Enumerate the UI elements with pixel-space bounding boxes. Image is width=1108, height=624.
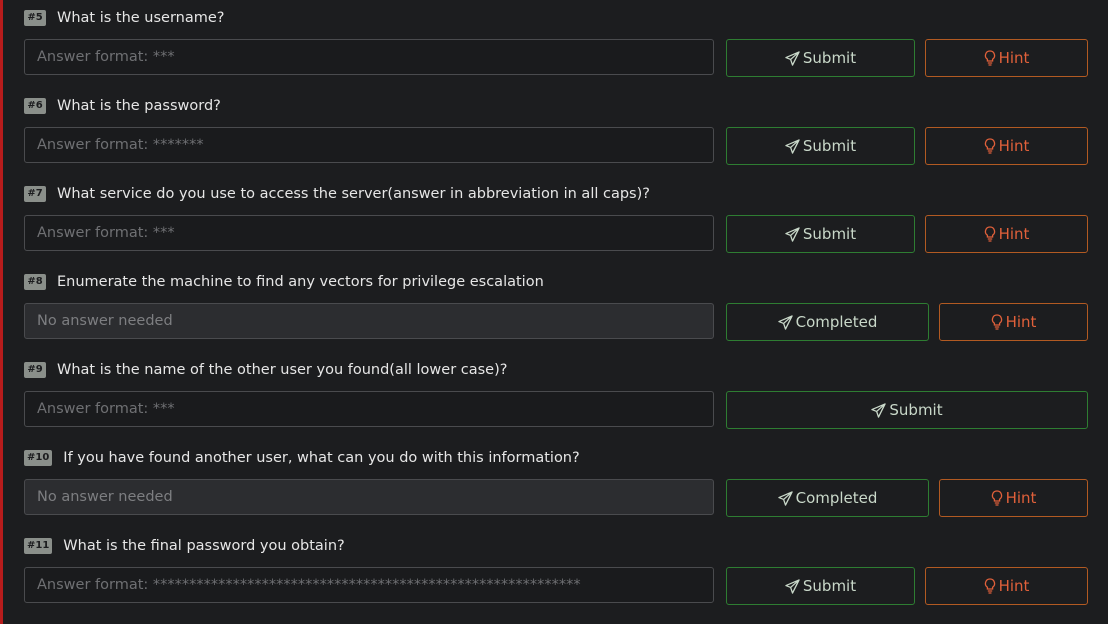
answer-input-disabled: No answer needed (24, 303, 714, 339)
answer-input-disabled: No answer needed (24, 479, 714, 515)
question-number-badge: #11 (24, 538, 53, 554)
hint-button[interactable]: Hint (925, 127, 1088, 165)
submit-label: Submit (802, 225, 857, 243)
lightbulb-icon (984, 138, 995, 154)
hint-label: Hint (998, 225, 1030, 243)
question-row: #9 What is the name of the other user yo… (24, 352, 507, 388)
hint-label: Hint (998, 577, 1030, 595)
submit-button[interactable]: Submit (726, 215, 915, 253)
lightbulb-icon (991, 314, 1002, 330)
submit-button[interactable]: Submit (726, 391, 1088, 429)
hint-button[interactable]: Hint (939, 479, 1088, 517)
question-number-badge: #7 (24, 186, 46, 202)
lightbulb-icon (984, 578, 995, 594)
question-text: What is the final password you obtain? (63, 538, 345, 554)
question-row: #5 What is the username? (24, 0, 225, 36)
answer-input[interactable]: Answer format: *** (24, 391, 714, 427)
paper-plane-icon (785, 138, 800, 154)
task-5: #5 What is the username? Answer format: … (24, 0, 1088, 88)
hint-label: Hint (1005, 313, 1037, 331)
submit-button[interactable]: Submit (726, 567, 915, 605)
question-number-badge: #9 (24, 362, 46, 378)
question-text: If you have found another user, what can… (63, 450, 580, 466)
hint-label: Hint (998, 137, 1030, 155)
left-accent-bar (0, 0, 3, 624)
answer-input[interactable]: Answer format: ******* (24, 127, 714, 163)
question-number-badge: #6 (24, 98, 46, 114)
lightbulb-icon (991, 490, 1002, 506)
question-number-badge: #5 (24, 10, 46, 26)
completed-label: Completed (795, 489, 878, 507)
answer-input[interactable]: Answer format: *************************… (24, 567, 714, 603)
submit-button[interactable]: Submit (726, 39, 915, 77)
lightbulb-icon (984, 226, 995, 242)
question-number-badge: #10 (24, 450, 53, 466)
task-9: #9 What is the name of the other user yo… (24, 352, 1088, 440)
task-7: #7 What service do you use to access the… (24, 176, 1088, 264)
answer-input[interactable]: Answer format: *** (24, 39, 714, 75)
paper-plane-icon (785, 578, 800, 594)
task-8: #8 Enumerate the machine to find any vec… (24, 264, 1088, 352)
submit-label: Submit (889, 401, 943, 419)
question-row: #10 If you have found another user, what… (24, 440, 580, 476)
submit-label: Submit (802, 49, 857, 67)
paper-plane-icon (785, 50, 800, 66)
submit-label: Submit (802, 577, 857, 595)
answer-input[interactable]: Answer format: *** (24, 215, 714, 251)
paper-plane-icon (785, 226, 800, 242)
question-row: #11 What is the final password you obtai… (24, 528, 345, 564)
paper-plane-icon (777, 490, 793, 506)
hint-button[interactable]: Hint (939, 303, 1088, 341)
question-text: What service do you use to access the se… (57, 186, 650, 202)
completed-button[interactable]: Completed (726, 479, 929, 517)
hint-label: Hint (1005, 489, 1037, 507)
question-row: #8 Enumerate the machine to find any vec… (24, 264, 544, 300)
completed-label: Completed (795, 313, 878, 331)
hint-button[interactable]: Hint (925, 39, 1088, 77)
question-row: #7 What service do you use to access the… (24, 176, 650, 212)
hint-button[interactable]: Hint (925, 215, 1088, 253)
question-row: #6 What is the password? (24, 88, 221, 124)
task-6: #6 What is the password? Answer format: … (24, 88, 1088, 176)
completed-button[interactable]: Completed (726, 303, 929, 341)
submit-label: Submit (802, 137, 857, 155)
question-text: What is the username? (57, 10, 225, 26)
question-text: Enumerate the machine to find any vector… (57, 274, 544, 290)
paper-plane-icon (777, 314, 793, 330)
submit-button[interactable]: Submit (726, 127, 915, 165)
lightbulb-icon (984, 50, 995, 66)
question-text: What is the password? (57, 98, 221, 114)
hint-label: Hint (998, 49, 1030, 67)
question-text: What is the name of the other user you f… (57, 362, 508, 378)
task-10: #10 If you have found another user, what… (24, 440, 1088, 528)
question-number-badge: #8 (24, 274, 46, 290)
task-11: #11 What is the final password you obtai… (24, 528, 1088, 616)
hint-button[interactable]: Hint (925, 567, 1088, 605)
paper-plane-icon (871, 402, 887, 418)
